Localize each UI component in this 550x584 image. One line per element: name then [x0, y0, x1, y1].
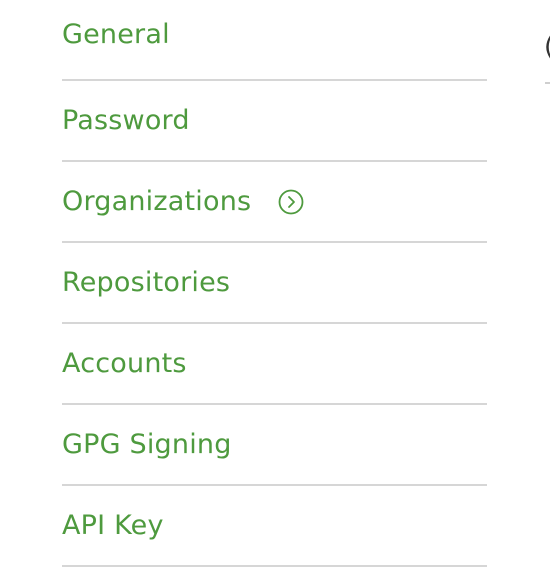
clipped-divider [545, 82, 550, 84]
nav-item-api-key[interactable]: API Key [62, 486, 487, 567]
chevron-right-circle-icon[interactable] [278, 189, 304, 215]
nav-item-repositories[interactable]: Repositories [62, 243, 487, 324]
nav-item-label: Password [62, 105, 190, 136]
nav-item-gpg-signing[interactable]: GPG Signing [62, 405, 487, 486]
nav-item-label: Accounts [62, 348, 187, 379]
nav-item-password[interactable]: Password [62, 81, 487, 162]
nav-item-label: API Key [62, 510, 164, 541]
nav-item-label: GPG Signing [62, 429, 232, 460]
settings-page: General Password Organizations Repositor… [0, 0, 550, 584]
nav-item-general[interactable]: General [62, 0, 487, 81]
nav-item-label: Repositories [62, 267, 231, 298]
settings-nav: General Password Organizations Repositor… [62, 0, 487, 567]
nav-item-accounts[interactable]: Accounts [62, 324, 487, 405]
nav-item-organizations[interactable]: Organizations [62, 162, 487, 243]
nav-item-label: Organizations [62, 186, 252, 217]
clipped-content-edge: ( [544, 34, 550, 60]
nav-item-label: General [62, 19, 170, 50]
